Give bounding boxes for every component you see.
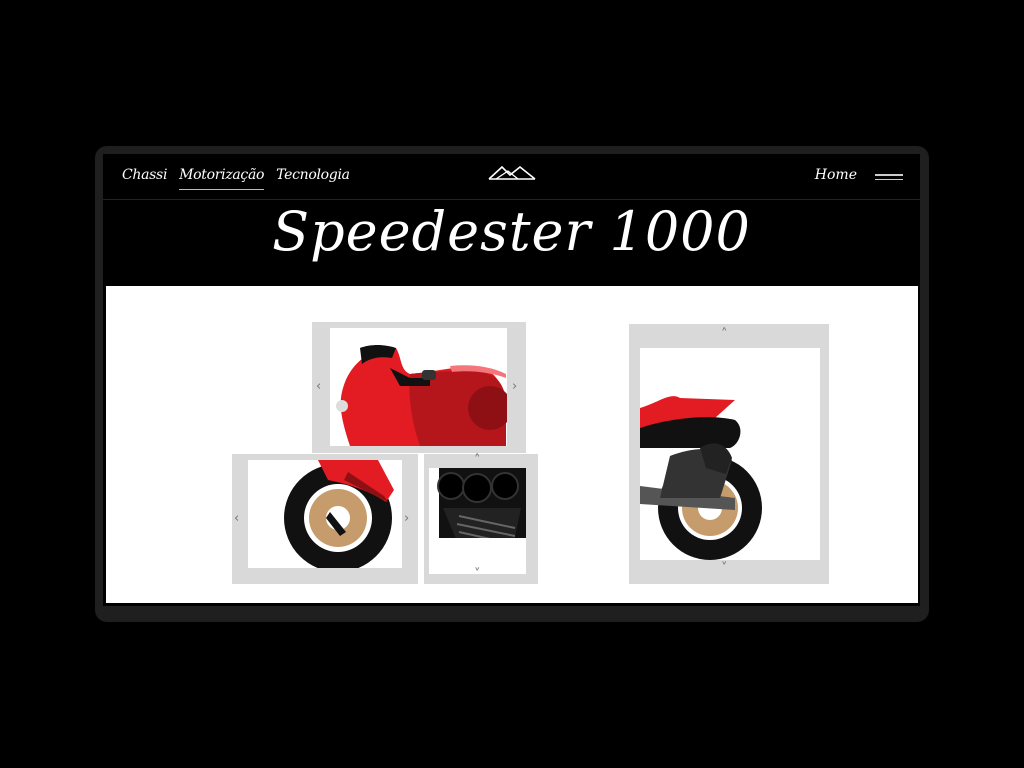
puzzle-tile-front-wheel[interactable]: ‹ › [232, 454, 418, 584]
tile-d-down-arrow-icon[interactable]: ˅ [474, 568, 481, 581]
tile-a-right-arrow-icon[interactable]: › [512, 380, 517, 393]
nav-link-tecnologia[interactable]: Tecnologia [276, 167, 350, 190]
screen: Chassi Motorização Tecnologia Home Speed… [103, 154, 920, 606]
hamburger-menu-icon[interactable] [875, 174, 903, 182]
home-link[interactable]: Home [815, 167, 857, 183]
tile-c-right-arrow-icon[interactable]: › [404, 512, 409, 525]
puzzle-tile-rear-section[interactable]: ˄ ˅ [629, 324, 829, 584]
nav-link-chassi[interactable]: Chassi [122, 167, 167, 190]
page-title: Speedester 1000 [272, 200, 751, 263]
mountain-logo-icon[interactable] [488, 165, 536, 181]
tile-b-up-arrow-icon[interactable]: ˄ [721, 328, 728, 341]
tile-a-left-arrow-icon[interactable]: ‹ [316, 380, 321, 393]
tile-b-down-arrow-icon[interactable]: ˅ [721, 562, 728, 575]
top-navbar: Chassi Motorização Tecnologia Home [103, 154, 920, 200]
puzzle-stage: ‹ › ˄ ˅ ‹ › ˄ ˅ [106, 286, 918, 603]
nav-link-motorizacao[interactable]: Motorização [179, 167, 264, 190]
tile-d-up-arrow-icon[interactable]: ˄ [474, 454, 481, 467]
puzzle-tile-engine[interactable]: ˄ ˅ [424, 454, 538, 584]
puzzle-tile-front-fairing[interactable]: ‹ › [312, 322, 526, 453]
tile-c-left-arrow-icon[interactable]: ‹ [234, 512, 239, 525]
nav-links: Chassi Motorização Tecnologia [122, 167, 350, 190]
